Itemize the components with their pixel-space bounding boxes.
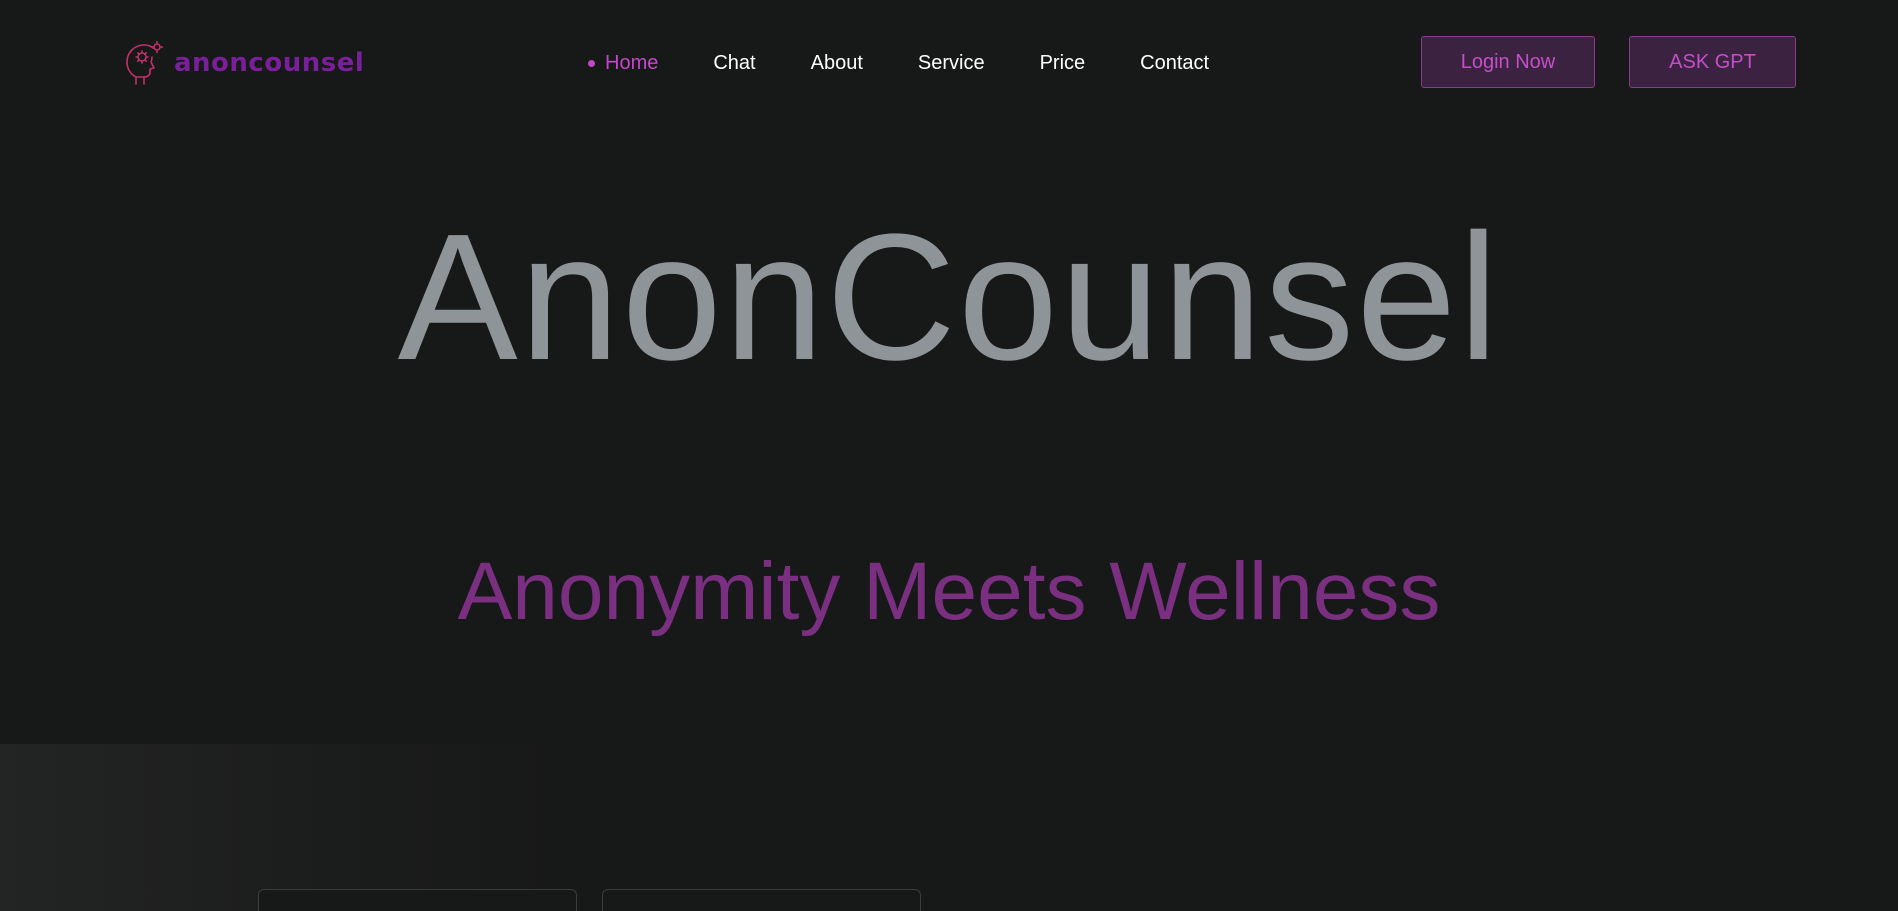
lower-section [0,744,1898,911]
ask-gpt-button[interactable]: ASK GPT [1629,36,1796,88]
nav-item-label: Price [1039,51,1086,74]
active-dot-icon [588,59,595,67]
main-nav: Home Chat About Service Price Contact [588,48,1209,78]
nav-item-price[interactable]: Price [1040,52,1086,75]
nav-item-label: Contact [1140,51,1210,74]
nav-item-service[interactable]: Service [918,52,985,75]
logo-link[interactable]: anoncounsel [124,40,364,86]
nav-item-label: About [810,51,863,74]
logo-text: anoncounsel [174,48,365,78]
login-button[interactable]: Login Now [1421,36,1595,88]
head-with-gears-icon [124,40,166,86]
hero-subtitle: Anonymity Meets Wellness [457,546,1441,637]
nav-item-label: Chat [713,51,756,74]
nav-item-chat[interactable]: Chat [713,52,755,75]
nav-item-home[interactable]: Home [588,52,658,75]
feature-card[interactable] [602,889,921,911]
nav-item-about[interactable]: About [811,52,863,75]
nav-item-label: Service [917,51,985,74]
feature-card[interactable] [258,889,577,911]
page: anoncounsel Home Chat About Service Pric… [0,0,1898,911]
nav-item-contact[interactable]: Contact [1140,52,1209,75]
hero-title: AnonCounsel [397,197,1501,398]
nav-item-label: Home [605,51,659,74]
